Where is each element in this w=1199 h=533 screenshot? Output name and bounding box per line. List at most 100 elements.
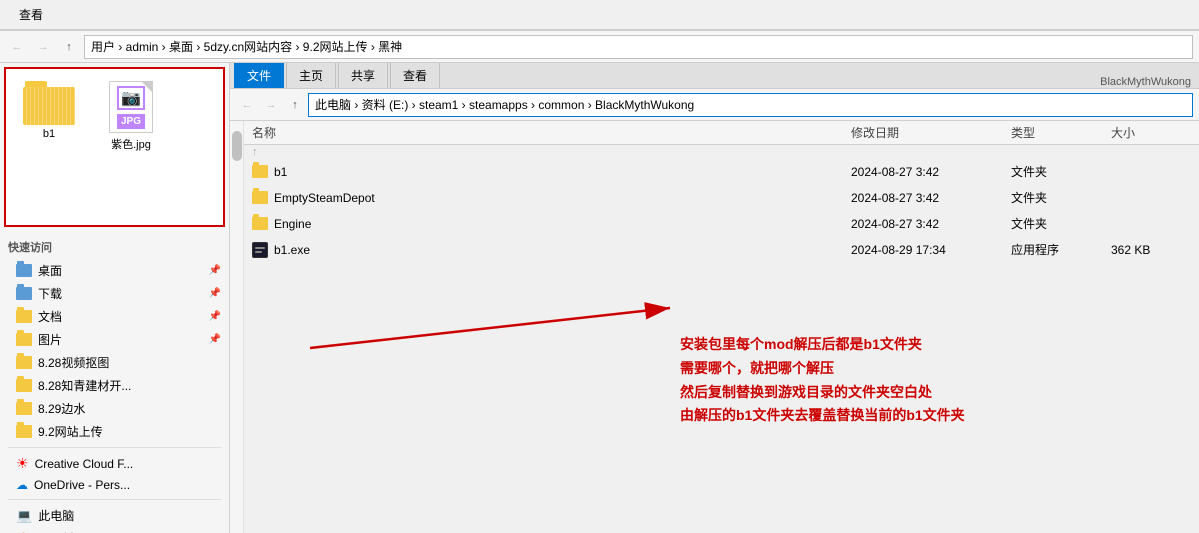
right-panel: 文件 主页 共享 查看 BlackMythWukong ← → ↑ 此电脑 › …	[230, 63, 1199, 533]
828material-folder-icon	[16, 379, 32, 392]
jpg-graphic: 📷 JPG	[109, 81, 153, 133]
tab-view[interactable]: 查看	[390, 63, 440, 88]
sidebar-item-onedrive[interactable]: ☁ OneDrive - Pers...	[0, 475, 229, 495]
sidebar-829water-label: 8.29边水	[38, 400, 85, 417]
sidebar-item-desktop[interactable]: 桌面 📌	[0, 259, 229, 282]
b1exe-name: b1.exe	[274, 243, 310, 257]
quick-access-header: 快速访问	[0, 235, 229, 259]
sidebar-item-this-pc[interactable]: 💻 此电脑	[0, 504, 229, 527]
folder-graphic	[23, 81, 75, 125]
829water-folder-icon	[16, 402, 32, 415]
left-panel: b1 📷 JPG 紫色.jpg 快速访问	[0, 63, 230, 533]
sidebar-cc-label: Creative Cloud F...	[35, 457, 134, 471]
sidebar-item-829water[interactable]: 8.29边水	[0, 397, 229, 420]
sidebar-this-pc-label: 此电脑	[38, 507, 74, 524]
emptysteam-date: 2024-08-27 3:42	[851, 191, 1011, 205]
sidebar-item-828material[interactable]: 8.28知青建材开...	[0, 374, 229, 397]
table-row[interactable]: b1.exe 2024-08-29 17:34 应用程序 362 KB	[244, 237, 1199, 263]
sidebar-item-pictures[interactable]: 图片 📌	[0, 328, 229, 351]
breadcrumb: 用户 › admin › 桌面 › 5dzy.cn网站内容 › 9.2网站上传 …	[91, 38, 402, 55]
sort-indicator: ↑	[244, 145, 1199, 159]
desktop-folder-icon	[16, 264, 32, 277]
up-button[interactable]: ↑	[58, 36, 80, 58]
quick-access-panel: 快速访问 桌面 📌 下载 📌 文档 📌	[0, 231, 229, 533]
sidebar-item-3d[interactable]: 📦 3D 对象	[0, 527, 229, 533]
right-back-button[interactable]: ←	[236, 94, 258, 116]
col-name[interactable]: 名称	[252, 124, 851, 141]
pictures-folder-icon	[16, 333, 32, 346]
folder-b1-icon[interactable]: b1	[14, 77, 84, 144]
file-name-emptysteam: EmptySteamDepot	[252, 191, 851, 205]
back-button[interactable]: ←	[6, 36, 28, 58]
b1-folder-icon	[252, 165, 268, 178]
this-pc-icon: 💻	[16, 508, 32, 524]
emptysteam-folder-icon	[252, 191, 268, 204]
sidebar-download-label: 下载	[38, 285, 62, 302]
tab-home[interactable]: 主页	[286, 63, 336, 88]
right-up-button[interactable]: ↑	[284, 94, 306, 116]
file-name-engine: Engine	[252, 217, 851, 231]
creative-cloud-icon: ☀	[16, 455, 29, 472]
table-row[interactable]: Engine 2024-08-27 3:42 文件夹	[244, 211, 1199, 237]
sidebar-item-docs[interactable]: 文档 📌	[0, 305, 229, 328]
b1-type: 文件夹	[1011, 163, 1111, 180]
sidebar-item-92upload[interactable]: 9.2网站上传	[0, 420, 229, 443]
jpg-placeholder: 📷	[117, 86, 145, 110]
pin-icon-docs: 📌	[209, 311, 221, 322]
jpg-label: JPG	[117, 114, 145, 129]
file-list-container: 名称 修改日期 类型 大小 ↑ b1	[230, 121, 1199, 533]
table-row[interactable]: b1 2024-08-27 3:42 文件夹	[244, 159, 1199, 185]
engine-name: Engine	[274, 217, 311, 231]
pin-icon-pictures: 📌	[209, 334, 221, 345]
engine-date: 2024-08-27 3:42	[851, 217, 1011, 231]
onedrive-icon: ☁	[16, 478, 28, 492]
view-button[interactable]: 查看	[8, 2, 54, 27]
jpg-file-icon[interactable]: 📷 JPG 紫色.jpg	[96, 77, 166, 156]
divider-1	[8, 447, 221, 448]
sidebar-828video-label: 8.28视频抠图	[38, 354, 109, 371]
sidebar-desktop-label: 桌面	[38, 262, 62, 279]
file-list-header: 名称 修改日期 类型 大小	[244, 121, 1199, 145]
sidebar-item-download[interactable]: 下载 📌	[0, 282, 229, 305]
sidebar-onedrive-label: OneDrive - Pers...	[34, 478, 130, 492]
desktop-icons-area: b1 📷 JPG 紫色.jpg	[4, 67, 225, 227]
b1-date: 2024-08-27 3:42	[851, 165, 1011, 179]
tab-share[interactable]: 共享	[338, 63, 388, 88]
emptysteam-type: 文件夹	[1011, 189, 1111, 206]
sidebar-item-creative-cloud[interactable]: ☀ Creative Cloud F...	[0, 452, 229, 475]
left-address-bar[interactable]: 用户 › admin › 桌面 › 5dzy.cn网站内容 › 9.2网站上传 …	[84, 35, 1193, 59]
sidebar-92upload-label: 9.2网站上传	[38, 423, 103, 440]
left-scroll-bar[interactable]	[230, 121, 244, 533]
folder-b1-label: b1	[43, 128, 55, 140]
file-name-b1exe: b1.exe	[252, 242, 851, 258]
file-name-b1: b1	[252, 165, 851, 179]
col-date[interactable]: 修改日期	[851, 124, 1011, 141]
engine-folder-icon	[252, 217, 268, 230]
emptysteam-name: EmptySteamDepot	[274, 191, 375, 205]
right-nav-bar: ← → ↑ 此电脑 › 资料 (E:) › steam1 › steamapps…	[230, 89, 1199, 121]
window-title: BlackMythWukong	[1092, 76, 1199, 88]
92upload-folder-icon	[16, 425, 32, 438]
pin-icon-download: 📌	[209, 288, 221, 299]
b1-name: b1	[274, 165, 287, 179]
jpg-file-label: 紫色.jpg	[111, 136, 151, 152]
sidebar-docs-label: 文档	[38, 308, 62, 325]
forward-button[interactable]: →	[32, 36, 54, 58]
col-type[interactable]: 类型	[1011, 124, 1111, 141]
b1exe-date: 2024-08-29 17:34	[851, 243, 1011, 257]
col-size[interactable]: 大小	[1111, 124, 1191, 141]
table-row[interactable]: EmptySteamDepot 2024-08-27 3:42 文件夹	[244, 185, 1199, 211]
engine-type: 文件夹	[1011, 215, 1111, 232]
folder-body	[23, 87, 75, 125]
pin-icon-desktop: 📌	[209, 265, 221, 276]
tab-file[interactable]: 文件	[234, 63, 284, 88]
b1exe-icon	[252, 242, 268, 258]
download-folder-icon	[16, 287, 32, 300]
folder-stripe	[23, 87, 75, 125]
sidebar-pictures-label: 图片	[38, 331, 62, 348]
right-address-bar[interactable]: 此电脑 › 资料 (E:) › steam1 › steamapps › com…	[308, 93, 1193, 117]
ribbon-bar: 查看	[0, 0, 1199, 31]
right-forward-button[interactable]: →	[260, 94, 282, 116]
divider-2	[8, 499, 221, 500]
sidebar-item-828video[interactable]: 8.28视频抠图	[0, 351, 229, 374]
